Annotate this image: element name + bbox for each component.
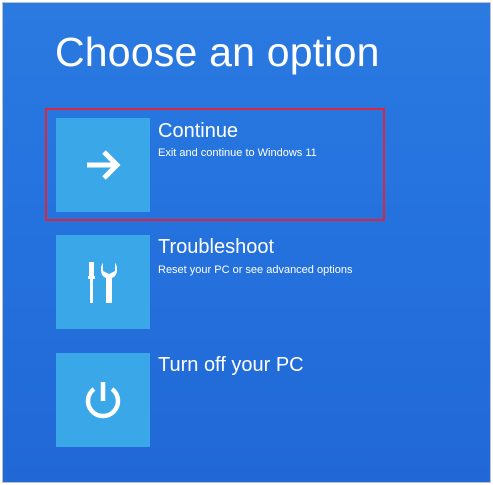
power-icon (85, 382, 121, 419)
option-troubleshoot-title: Troubleshoot (158, 236, 274, 258)
option-continue-tile[interactable] (56, 118, 150, 212)
option-continue[interactable]: Continue Exit and continue to Windows 11 (56, 118, 476, 214)
page-title: Choose an option (55, 29, 380, 75)
recovery-screen: Choose an option Continue Exit and conti… (2, 2, 491, 483)
arrow-right-icon (87, 150, 121, 180)
tools-icon (88, 262, 117, 303)
option-turn-off[interactable]: Turn off your PC (56, 353, 476, 449)
option-troubleshoot[interactable]: Troubleshoot Reset your PC or see advanc… (56, 235, 476, 331)
option-troubleshoot-description: Reset your PC or see advanced options (158, 264, 353, 276)
option-troubleshoot-tile[interactable] (56, 235, 150, 329)
option-turn-off-tile[interactable] (56, 353, 150, 447)
option-continue-title: Continue (158, 120, 239, 142)
option-turn-off-title: Turn off your PC (158, 354, 304, 376)
option-continue-description: Exit and continue to Windows 11 (158, 147, 317, 159)
